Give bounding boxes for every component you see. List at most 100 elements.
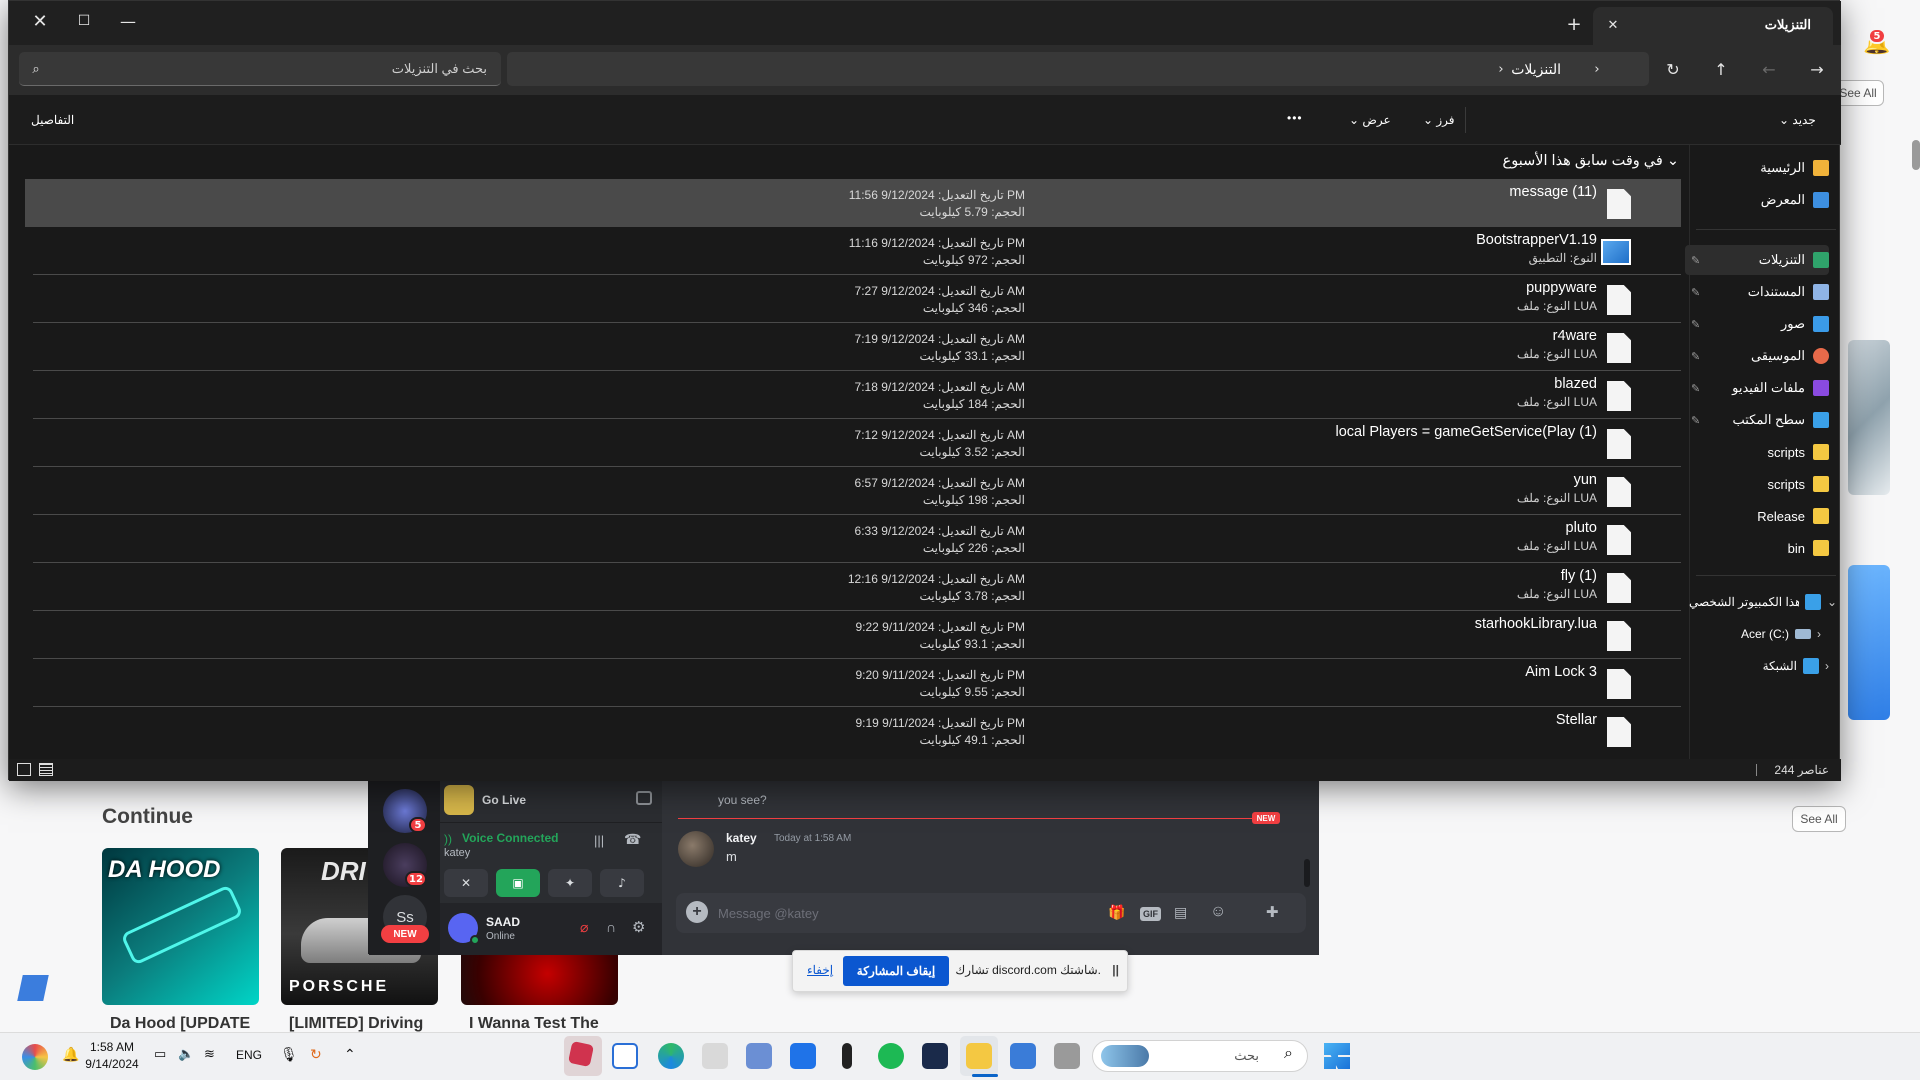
large-icons-view-icon[interactable] <box>17 763 31 776</box>
headphones-icon[interactable]: ∩ <box>606 919 616 935</box>
close-window-icon[interactable]: ✕ <box>21 7 59 35</box>
task-view-icon[interactable] <box>1054 1043 1080 1069</box>
microsoft-store-icon[interactable] <box>746 1043 772 1069</box>
voice-channel-name[interactable]: katey <box>444 847 470 859</box>
close-tab-icon[interactable]: ✕ <box>1603 15 1623 35</box>
continue-see-all-button[interactable]: See All <box>1792 806 1846 832</box>
settings-gear-icon[interactable]: ⚙ <box>632 918 645 936</box>
add-attachment-icon[interactable]: + <box>686 901 708 923</box>
message-author-avatar[interactable] <box>678 831 714 867</box>
sticker-icon[interactable]: ▤ <box>1174 904 1187 921</box>
sort-button[interactable]: ⌄ فرز <box>1423 113 1455 127</box>
update-sync-icon[interactable]: ↻ <box>310 1046 322 1063</box>
nav-item-downloads[interactable]: ✎ التنزيلات <box>1685 245 1829 275</box>
stop-sharing-button[interactable]: إيقاف المشاركة <box>843 956 949 986</box>
battery-icon[interactable]: ▭ <box>154 1046 166 1062</box>
group-header[interactable]: في وقت سابق هذا الأسبوع ⌄ <box>1503 153 1679 169</box>
message-author[interactable]: katey <box>726 831 757 845</box>
apps-icon[interactable]: ✚ <box>1266 903 1279 921</box>
screen-share-button[interactable]: ▣ <box>496 869 540 897</box>
page-scrollbar[interactable] <box>1912 140 1920 170</box>
drag-handle-icon[interactable]: || <box>1112 963 1119 977</box>
new-button[interactable]: ⌄ جديد <box>1779 113 1816 127</box>
recommended-game-thumbnail[interactable] <box>1848 340 1890 495</box>
voice-connected-label[interactable]: Voice Connected <box>462 831 558 845</box>
nav-item-bin[interactable]: bin <box>1685 533 1829 563</box>
file-row[interactable]: BootstrapperV1.19 النوع: التطبيق تاريخ الت… <box>33 227 1681 275</box>
file-row[interactable]: yun النوع: ملف LUA تاريخ التعديل: 9/12/202… <box>33 467 1681 515</box>
username[interactable]: SAAD <box>486 915 520 929</box>
widgets-icon[interactable] <box>22 1044 48 1070</box>
activities-button[interactable]: ✦ <box>548 869 592 897</box>
minimize-icon[interactable]: — <box>109 7 147 35</box>
up-arrow-icon[interactable]: ↑ <box>1707 55 1735 83</box>
chevron-up-icon[interactable]: ⌃ <box>344 1046 356 1063</box>
app-icon[interactable] <box>922 1043 948 1069</box>
new-tab-icon[interactable]: + <box>1561 11 1587 37</box>
virtualbox-icon[interactable] <box>612 1043 638 1069</box>
file-row[interactable]: fly (1) النوع: ملف LUA تاريخ التعديل: 9/12… <box>33 563 1681 611</box>
app-icon[interactable] <box>842 1043 852 1069</box>
hide-share-bar-link[interactable]: إخفاء <box>807 963 833 977</box>
emoji-icon[interactable]: ☺ <box>1210 903 1226 921</box>
more-options-button[interactable]: ••• <box>1287 111 1303 125</box>
noise-suppression-icon[interactable]: ||| <box>594 833 604 848</box>
roblox-logo-icon[interactable] <box>17 975 49 1001</box>
address-bar[interactable]: › التنزيلات › <box>507 52 1649 86</box>
refresh-icon[interactable]: ↻ <box>1659 55 1687 83</box>
file-row[interactable]: Aim Lock 3 تاريخ التعديل: 9/11/2024 9:20 … <box>33 659 1681 707</box>
chevron-right-icon[interactable]: › <box>1587 59 1607 79</box>
nav-item-documents[interactable]: ✎ المستندات <box>1685 277 1829 307</box>
nav-item-desktop[interactable]: ✎ سطح المكتب <box>1685 405 1829 435</box>
language-indicator[interactable]: ENG <box>236 1048 262 1062</box>
notepad-icon[interactable] <box>702 1043 728 1069</box>
taskbar-time[interactable]: 1:58 AM <box>84 1040 140 1054</box>
gif-icon[interactable]: GIF <box>1140 907 1161 921</box>
spotify-icon[interactable] <box>878 1043 904 1069</box>
microphone-icon[interactable]: 🎙 <box>280 1046 298 1063</box>
dropbox-icon[interactable] <box>790 1043 816 1069</box>
app-icon[interactable] <box>1010 1043 1036 1069</box>
file-row[interactable]: message (11) تاريخ التعديل: 9/12/2024 11:… <box>25 179 1681 227</box>
nav-item-videos[interactable]: ✎ ملفات الفيديو <box>1685 373 1829 403</box>
nav-item-home[interactable]: الرئيسية <box>1685 153 1829 183</box>
nav-item-gallery[interactable]: المعرض <box>1685 185 1829 215</box>
nav-item-scripts[interactable]: scripts <box>1685 437 1829 467</box>
chevron-right-icon[interactable]: › <box>1825 659 1829 673</box>
message-input-placeholder[interactable]: Message @katey <box>718 906 819 921</box>
maximize-icon[interactable]: ☐ <box>65 7 103 35</box>
search-box[interactable]: ⌕ بحث في التنزيلات <box>19 52 501 86</box>
nav-item-scripts-2[interactable]: scripts <box>1685 469 1829 499</box>
mute-mic-icon[interactable]: ⌀ <box>580 919 588 936</box>
chevron-down-icon[interactable]: ⌄ <box>1827 595 1837 609</box>
chevron-right-icon[interactable]: › <box>1817 627 1821 641</box>
soundboard-button[interactable]: ♪ <box>600 869 644 897</box>
nav-item-music[interactable]: ✎ الموسيقى <box>1685 341 1829 371</box>
notification-bell-tray-icon[interactable]: 🔔 <box>62 1046 79 1063</box>
taskbar-search-box[interactable]: بحث ⌕ <box>1092 1040 1308 1072</box>
volume-icon[interactable]: 🔈 <box>178 1046 194 1062</box>
disconnect-icon[interactable]: ☎ <box>624 831 641 848</box>
tab-downloads[interactable]: ✕ التنزيلات <box>1593 7 1833 45</box>
breadcrumb-downloads[interactable]: التنزيلات <box>1511 61 1561 78</box>
view-button[interactable]: ⌄ عرض <box>1349 113 1391 127</box>
details-pane-button[interactable]: التفاصيل <box>31 113 74 127</box>
file-row[interactable]: pluto النوع: ملف LUA تاريخ التعديل: 9/12/2… <box>33 515 1681 563</box>
nav-item-drive-c[interactable]: Acer (C:) › <box>1741 623 1821 645</box>
chat-scrollbar[interactable] <box>1304 859 1310 887</box>
file-row[interactable]: Stellar تاريخ التعديل: 9/11/2024 9:19 PM ا… <box>33 707 1681 755</box>
forward-arrow-icon[interactable]: ← <box>1755 55 1783 83</box>
nav-item-network[interactable]: الشبكة › <box>1763 655 1829 677</box>
recommended-game-thumbnail[interactable] <box>1848 565 1890 720</box>
edge-browser-icon[interactable] <box>658 1043 684 1069</box>
file-row[interactable]: local Players = gameGetService(Play (1) ت… <box>33 419 1681 467</box>
back-arrow-icon[interactable]: → <box>1803 55 1831 83</box>
gift-icon[interactable]: 🎁 <box>1108 904 1125 921</box>
details-view-icon[interactable] <box>39 763 53 776</box>
chevron-right-icon[interactable]: › <box>1491 59 1511 79</box>
nav-item-this-pc[interactable]: هذا الكمبيوتر الشخصي ⌄ <box>1689 591 1837 613</box>
file-row[interactable]: blazed النوع: ملف LUA تاريخ التعديل: 9/12/… <box>33 371 1681 419</box>
camera-off-button[interactable]: ✕ <box>444 869 488 897</box>
wifi-icon[interactable]: ≋ <box>204 1046 215 1062</box>
file-row[interactable]: puppyware النوع: ملف LUA تاريخ التعديل: 9/… <box>33 275 1681 323</box>
